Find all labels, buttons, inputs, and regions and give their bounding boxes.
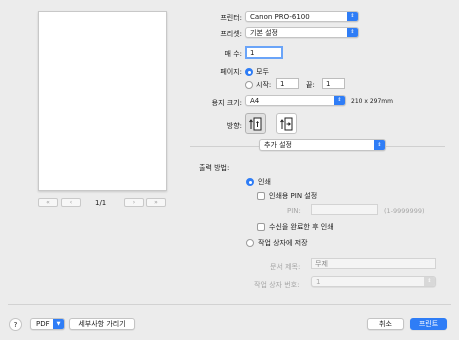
- pin-setting-checkbox[interactable]: 인쇄용 PIN 설정: [257, 191, 317, 201]
- pin-input[interactable]: [311, 204, 378, 215]
- pin-setting-label: 인쇄용 PIN 설정: [269, 192, 318, 200]
- page-indicator: 1/1: [95, 199, 107, 207]
- updown-chevron-icon: ⇕: [347, 28, 358, 37]
- hide-details-label: 세부사항 가리기: [78, 320, 126, 328]
- output-print-option[interactable]: 인쇄: [246, 177, 271, 187]
- pdf-menu-button[interactable]: PDF ▼: [30, 318, 65, 330]
- help-icon: ?: [13, 320, 18, 329]
- print-button[interactable]: 프린트: [410, 318, 447, 330]
- pin-range: (1-9999999): [384, 207, 425, 215]
- updown-chevron-icon: ⇕: [424, 277, 435, 286]
- copies-value: 1: [250, 48, 255, 57]
- pages-to-value: 1: [326, 79, 331, 88]
- pages-to-label: 끝:: [306, 81, 315, 89]
- help-button[interactable]: ?: [9, 318, 22, 331]
- checkbox-icon: [257, 192, 265, 200]
- footer-divider: [8, 304, 451, 305]
- pages-from-input[interactable]: 1: [276, 78, 299, 89]
- last-page-button[interactable]: »: [146, 198, 166, 207]
- previous-page-button[interactable]: ‹: [61, 198, 81, 207]
- paper-size-value: A4: [250, 96, 260, 105]
- cancel-label: 취소: [379, 320, 392, 328]
- hide-details-button[interactable]: 세부사항 가리기: [69, 318, 135, 330]
- save-to-box-option[interactable]: 작업 상자에 저장: [246, 238, 308, 248]
- radio-selected-icon: [245, 68, 253, 76]
- output-print-label: 인쇄: [258, 178, 271, 186]
- print-after-receive-checkbox[interactable]: 수신을 완료한 후 인쇄: [257, 222, 334, 232]
- section-select[interactable]: 추가 설정 ⇕: [259, 139, 386, 151]
- portrait-button[interactable]: [245, 113, 266, 134]
- copies-label: 매 수:: [224, 50, 242, 58]
- section-value: 추가 설정: [264, 141, 292, 149]
- chevron-left-icon: ‹: [69, 198, 73, 206]
- doc-title-value: 무제: [315, 259, 328, 268]
- radio-selected-icon: [246, 178, 254, 186]
- preset-label: 프리셋:: [220, 30, 242, 38]
- landscape-button[interactable]: [276, 113, 297, 134]
- preset-select[interactable]: 기본 설정 ⇕: [245, 27, 359, 38]
- doc-title-label: 문서 제목:: [270, 263, 301, 271]
- box-number-select[interactable]: 1 ⇕: [311, 276, 436, 287]
- pages-range-option[interactable]: 시작:: [245, 80, 271, 90]
- chevron-right-icon: ›: [132, 198, 136, 206]
- pages-from-label: 시작:: [256, 81, 272, 89]
- copies-input[interactable]: 1: [245, 46, 283, 59]
- printer-label: 프린터:: [220, 14, 242, 22]
- portrait-orientation-icon: [248, 117, 261, 130]
- landscape-orientation-icon: [279, 117, 292, 130]
- orientation-label: 방향:: [226, 122, 242, 130]
- checkbox-icon: [257, 223, 265, 231]
- printer-select[interactable]: Canon PRO-6100 ⇕: [245, 11, 359, 22]
- pages-to-input[interactable]: 1: [322, 78, 345, 89]
- save-box-label: 작업 상자에 저장: [258, 239, 308, 247]
- pdf-label: PDF: [36, 320, 50, 328]
- pages-all-label: 모두: [256, 68, 269, 76]
- paper-size-select[interactable]: A4 ⇕: [245, 95, 346, 106]
- print-after-receive-label: 수신을 완료한 후 인쇄: [269, 223, 334, 231]
- output-method-label: 출력 방법:: [199, 164, 230, 172]
- pages-from-value: 1: [280, 79, 285, 88]
- box-number-label: 작업 상자 번호:: [254, 281, 300, 289]
- updown-chevron-icon: ⇕: [334, 96, 345, 105]
- preset-value: 기본 설정: [250, 28, 278, 37]
- first-page-button[interactable]: «: [38, 198, 58, 207]
- printer-value: Canon PRO-6100: [250, 12, 310, 21]
- box-number-value: 1: [316, 277, 321, 286]
- updown-chevron-icon: ⇕: [347, 12, 358, 21]
- radio-icon: [246, 239, 254, 247]
- next-page-button[interactable]: ›: [124, 198, 144, 207]
- pin-label: PIN:: [287, 207, 301, 215]
- pages-all-option[interactable]: 모두: [245, 67, 269, 77]
- updown-chevron-icon: ⇕: [374, 140, 385, 150]
- cancel-button[interactable]: 취소: [367, 318, 404, 330]
- paper-size-label: 용지 크기:: [211, 99, 242, 107]
- print-label: 프린트: [418, 320, 439, 328]
- radio-icon: [245, 81, 253, 89]
- double-chevron-left-icon: «: [46, 198, 50, 206]
- pages-label: 페이지:: [220, 68, 242, 76]
- doc-title-input[interactable]: 무제: [311, 258, 436, 269]
- page-preview: [38, 11, 167, 191]
- chevron-down-icon: ▼: [53, 319, 64, 329]
- paper-dimensions: 210 x 297mm: [351, 98, 393, 105]
- double-chevron-right-icon: »: [154, 198, 158, 206]
